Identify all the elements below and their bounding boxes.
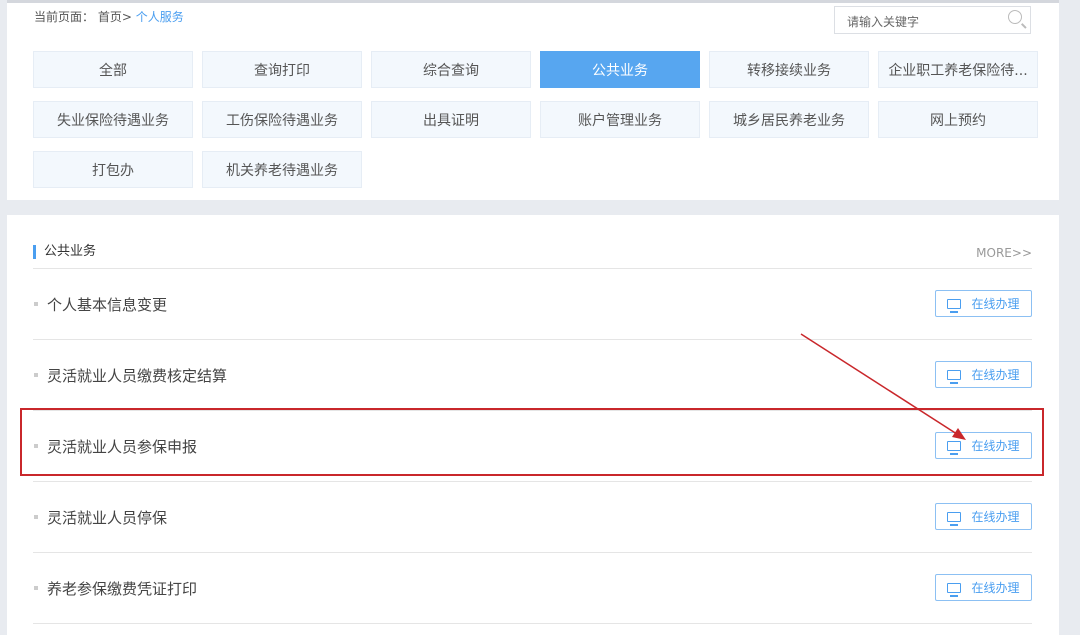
- annotation-arrow: [800, 333, 966, 440]
